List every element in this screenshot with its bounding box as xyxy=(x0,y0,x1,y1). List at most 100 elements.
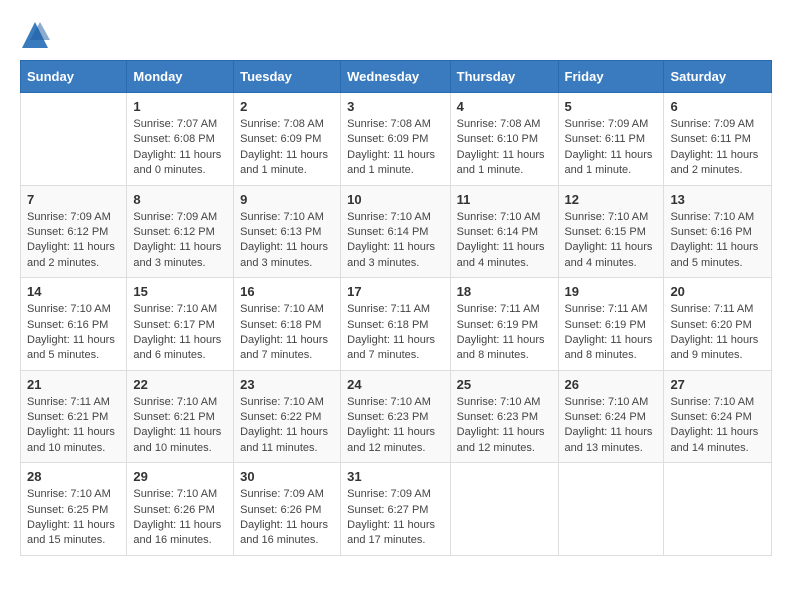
day-info: Sunrise: 7:10 AM Sunset: 6:24 PM Dayligh… xyxy=(670,395,765,457)
calendar-cell: 24 Sunrise: 7:10 AM Sunset: 6:23 PM Dayli… xyxy=(341,370,451,463)
day-number: 6 xyxy=(670,99,765,114)
day-number: 5 xyxy=(565,99,658,114)
week-row-3: 14 Sunrise: 7:10 AM Sunset: 6:16 PM Dayli… xyxy=(21,278,772,371)
calendar-cell: 4 Sunrise: 7:08 AM Sunset: 6:10 PM Daylig… xyxy=(450,93,558,186)
day-number: 11 xyxy=(457,192,552,207)
day-info: Sunrise: 7:08 AM Sunset: 6:10 PM Dayligh… xyxy=(457,117,552,179)
day-info: Sunrise: 7:09 AM Sunset: 6:11 PM Dayligh… xyxy=(670,117,765,179)
calendar-cell: 5 Sunrise: 7:09 AM Sunset: 6:11 PM Daylig… xyxy=(558,93,664,186)
calendar-cell: 3 Sunrise: 7:08 AM Sunset: 6:09 PM Daylig… xyxy=(341,93,451,186)
day-number: 12 xyxy=(565,192,658,207)
day-number: 25 xyxy=(457,377,552,392)
week-row-2: 7 Sunrise: 7:09 AM Sunset: 6:12 PM Daylig… xyxy=(21,185,772,278)
day-number: 3 xyxy=(347,99,444,114)
day-info: Sunrise: 7:09 AM Sunset: 6:26 PM Dayligh… xyxy=(240,487,334,549)
day-number: 19 xyxy=(565,284,658,299)
day-info: Sunrise: 7:10 AM Sunset: 6:17 PM Dayligh… xyxy=(133,302,227,364)
calendar-cell: 6 Sunrise: 7:09 AM Sunset: 6:11 PM Daylig… xyxy=(664,93,772,186)
day-info: Sunrise: 7:08 AM Sunset: 6:09 PM Dayligh… xyxy=(240,117,334,179)
calendar-cell: 7Sunrise: 7:09 AM Sunset: 6:12 PM Daylig… xyxy=(21,185,127,278)
header-day-thursday: Thursday xyxy=(450,61,558,93)
day-number: 23 xyxy=(240,377,334,392)
day-number: 22 xyxy=(133,377,227,392)
calendar-cell: 1Sunrise: 7:07 AM Sunset: 6:08 PM Daylig… xyxy=(127,93,234,186)
day-number: 28 xyxy=(27,469,120,484)
day-info: Sunrise: 7:10 AM Sunset: 6:23 PM Dayligh… xyxy=(457,395,552,457)
calendar-cell: 28 Sunrise: 7:10 AM Sunset: 6:25 PM Dayli… xyxy=(21,463,127,556)
calendar-cell: 14 Sunrise: 7:10 AM Sunset: 6:16 PM Dayli… xyxy=(21,278,127,371)
day-info: Sunrise: 7:10 AM Sunset: 6:14 PM Dayligh… xyxy=(457,210,552,272)
day-number: 7 xyxy=(27,192,120,207)
logo xyxy=(20,20,54,50)
day-info: Sunrise: 7:10 AM Sunset: 6:23 PM Dayligh… xyxy=(347,395,444,457)
day-info: Sunrise: 7:11 AM Sunset: 6:18 PM Dayligh… xyxy=(347,302,444,364)
day-number: 18 xyxy=(457,284,552,299)
day-info: Sunrise: 7:10 AM Sunset: 6:22 PM Dayligh… xyxy=(240,395,334,457)
day-number: 29 xyxy=(133,469,227,484)
day-info: Sunrise: 7:09 AM Sunset: 6:11 PM Dayligh… xyxy=(565,117,658,179)
calendar-cell: 18 Sunrise: 7:11 AM Sunset: 6:19 PM Dayli… xyxy=(450,278,558,371)
day-number: 21 xyxy=(27,377,120,392)
calendar-cell: 29 Sunrise: 7:10 AM Sunset: 6:26 PM Dayli… xyxy=(127,463,234,556)
day-info: Sunrise: 7:11 AM Sunset: 6:19 PM Dayligh… xyxy=(457,302,552,364)
calendar-body: 1Sunrise: 7:07 AM Sunset: 6:08 PM Daylig… xyxy=(21,93,772,556)
calendar-cell: 15 Sunrise: 7:10 AM Sunset: 6:17 PM Dayli… xyxy=(127,278,234,371)
day-info: Sunrise: 7:10 AM Sunset: 6:18 PM Dayligh… xyxy=(240,302,334,364)
header-day-wednesday: Wednesday xyxy=(341,61,451,93)
day-info: Sunrise: 7:10 AM Sunset: 6:16 PM Dayligh… xyxy=(27,302,120,364)
header-row: SundayMondayTuesdayWednesdayThursdayFrid… xyxy=(21,61,772,93)
calendar-cell: 2 Sunrise: 7:08 AM Sunset: 6:09 PM Daylig… xyxy=(234,93,341,186)
header-day-friday: Friday xyxy=(558,61,664,93)
day-info: Sunrise: 7:07 AM Sunset: 6:08 PM Dayligh… xyxy=(133,117,227,179)
day-info: Sunrise: 7:10 AM Sunset: 6:15 PM Dayligh… xyxy=(565,210,658,272)
calendar-cell: 13Sunrise: 7:10 AM Sunset: 6:16 PM Dayli… xyxy=(664,185,772,278)
week-row-5: 28 Sunrise: 7:10 AM Sunset: 6:25 PM Dayli… xyxy=(21,463,772,556)
calendar-cell: 12 Sunrise: 7:10 AM Sunset: 6:15 PM Dayli… xyxy=(558,185,664,278)
day-info: Sunrise: 7:10 AM Sunset: 6:25 PM Dayligh… xyxy=(27,487,120,549)
day-number: 24 xyxy=(347,377,444,392)
calendar-cell xyxy=(664,463,772,556)
calendar-cell: 9Sunrise: 7:10 AM Sunset: 6:13 PM Daylig… xyxy=(234,185,341,278)
calendar-cell: 21 Sunrise: 7:11 AM Sunset: 6:21 PM Dayli… xyxy=(21,370,127,463)
calendar-cell: 17Sunrise: 7:11 AM Sunset: 6:18 PM Dayli… xyxy=(341,278,451,371)
day-info: Sunrise: 7:11 AM Sunset: 6:21 PM Dayligh… xyxy=(27,395,120,457)
calendar-cell xyxy=(450,463,558,556)
day-number: 26 xyxy=(565,377,658,392)
day-info: Sunrise: 7:10 AM Sunset: 6:13 PM Dayligh… xyxy=(240,210,334,272)
calendar-cell: 26 Sunrise: 7:10 AM Sunset: 6:24 PM Dayli… xyxy=(558,370,664,463)
day-number: 8 xyxy=(133,192,227,207)
calendar-header: SundayMondayTuesdayWednesdayThursdayFrid… xyxy=(21,61,772,93)
day-info: Sunrise: 7:10 AM Sunset: 6:26 PM Dayligh… xyxy=(133,487,227,549)
day-number: 10 xyxy=(347,192,444,207)
day-number: 4 xyxy=(457,99,552,114)
day-number: 27 xyxy=(670,377,765,392)
day-number: 16 xyxy=(240,284,334,299)
day-number: 14 xyxy=(27,284,120,299)
calendar-cell: 20 Sunrise: 7:11 AM Sunset: 6:20 PM Dayli… xyxy=(664,278,772,371)
calendar-cell: 30 Sunrise: 7:09 AM Sunset: 6:26 PM Dayli… xyxy=(234,463,341,556)
calendar-cell: 10Sunrise: 7:10 AM Sunset: 6:14 PM Dayli… xyxy=(341,185,451,278)
calendar-cell: 22 Sunrise: 7:10 AM Sunset: 6:21 PM Dayli… xyxy=(127,370,234,463)
header-day-saturday: Saturday xyxy=(664,61,772,93)
week-row-1: 1Sunrise: 7:07 AM Sunset: 6:08 PM Daylig… xyxy=(21,93,772,186)
calendar-cell: 11 Sunrise: 7:10 AM Sunset: 6:14 PM Dayli… xyxy=(450,185,558,278)
day-info: Sunrise: 7:08 AM Sunset: 6:09 PM Dayligh… xyxy=(347,117,444,179)
day-info: Sunrise: 7:11 AM Sunset: 6:20 PM Dayligh… xyxy=(670,302,765,364)
calendar-cell: 8 Sunrise: 7:09 AM Sunset: 6:12 PM Daylig… xyxy=(127,185,234,278)
day-info: Sunrise: 7:10 AM Sunset: 6:24 PM Dayligh… xyxy=(565,395,658,457)
day-number: 31 xyxy=(347,469,444,484)
calendar-table: SundayMondayTuesdayWednesdayThursdayFrid… xyxy=(20,60,772,556)
day-number: 2 xyxy=(240,99,334,114)
day-number: 15 xyxy=(133,284,227,299)
day-info: Sunrise: 7:10 AM Sunset: 6:21 PM Dayligh… xyxy=(133,395,227,457)
day-info: Sunrise: 7:09 AM Sunset: 6:12 PM Dayligh… xyxy=(133,210,227,272)
calendar-cell: 27 Sunrise: 7:10 AM Sunset: 6:24 PM Dayli… xyxy=(664,370,772,463)
day-info: Sunrise: 7:10 AM Sunset: 6:16 PM Dayligh… xyxy=(670,210,765,272)
day-info: Sunrise: 7:09 AM Sunset: 6:27 PM Dayligh… xyxy=(347,487,444,549)
day-number: 30 xyxy=(240,469,334,484)
day-info: Sunrise: 7:11 AM Sunset: 6:19 PM Dayligh… xyxy=(565,302,658,364)
calendar-cell: 19 Sunrise: 7:11 AM Sunset: 6:19 PM Dayli… xyxy=(558,278,664,371)
day-number: 20 xyxy=(670,284,765,299)
header-day-sunday: Sunday xyxy=(21,61,127,93)
calendar-cell xyxy=(21,93,127,186)
